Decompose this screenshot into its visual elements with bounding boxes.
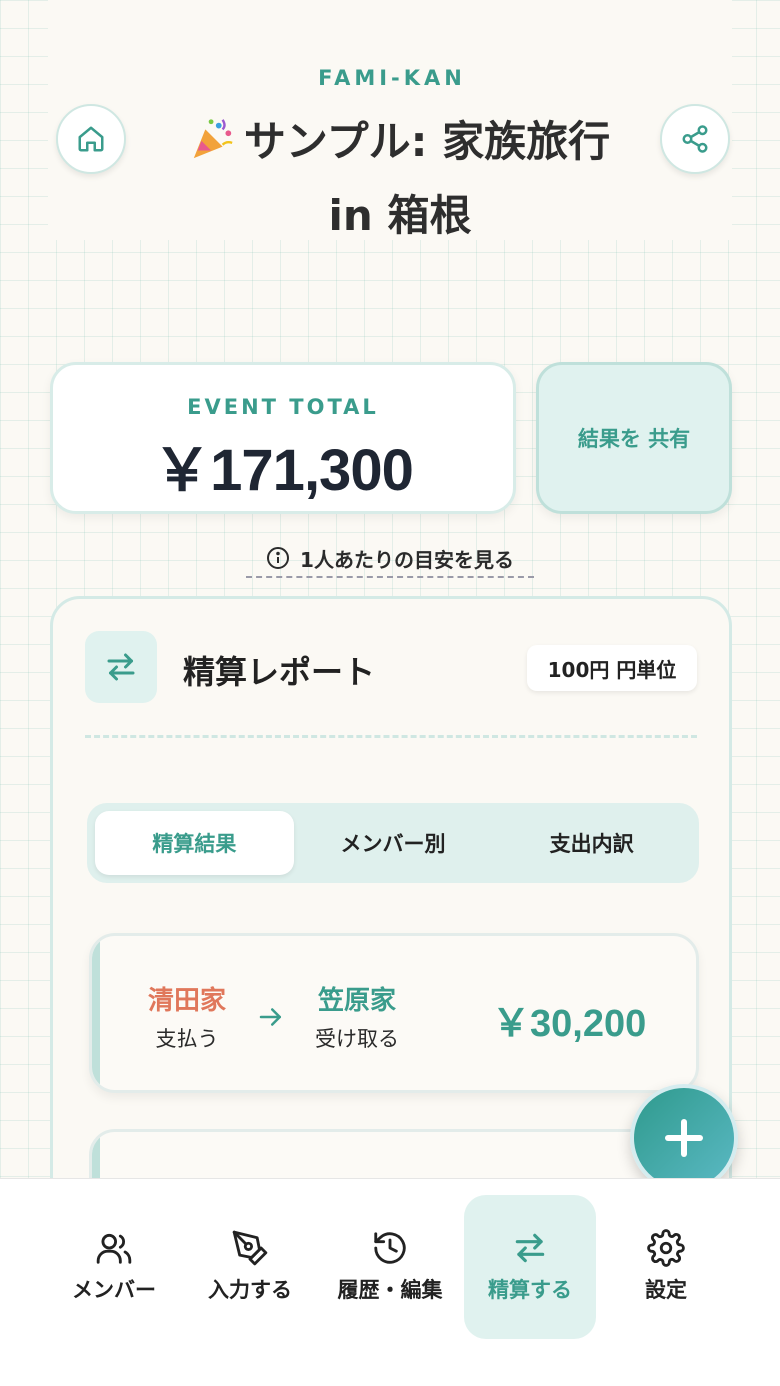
per-person-label: 1人あたりの目安を見る [300,547,514,572]
nav-members-label: メンバー [72,1278,156,1302]
home-button[interactable] [56,104,126,174]
payee-role: 受け取る [315,1027,399,1051]
transfer-icon [107,653,135,681]
report-icon-box [85,631,157,703]
event-total-value: ￥171,300 [153,438,414,503]
nav-input[interactable]: 入力する [184,1195,316,1339]
payer-name: 清田家 [147,986,226,1016]
payer: 清田家 支払う [112,980,262,1053]
home-icon [78,126,104,152]
event-total-label: EVENT TOTAL [187,395,379,419]
title-line-2: in 箱根 [328,191,472,240]
event-total-card: EVENT TOTAL ￥171,300 [50,362,516,514]
tab-by-member[interactable]: メンバー別 [294,811,493,875]
share-icon [682,125,708,153]
gear-icon [647,1229,685,1267]
report-title: 精算レポート [183,653,376,691]
title-line-1: サンプル: 家族旅行 [243,117,611,166]
payer-role: 支払う [155,1027,219,1051]
nav-members[interactable]: メンバー [48,1195,180,1339]
page-title: サンプル: 家族旅行 in 箱根 [150,108,650,250]
transfer-icon [515,1233,545,1263]
history-icon [374,1232,406,1264]
nav-history-label: 履歴・編集 [337,1278,443,1302]
settlement-item[interactable]: 清田家 支払う 笠原家 受け取る ￥30,200 [89,933,699,1093]
report-tabs: 精算結果 メンバー別 支出内訳 [87,803,699,883]
payee-name: 笠原家 [317,986,396,1016]
bottom-navigation: メンバー 入力する 履歴・編集 精算する 設定 [0,1178,780,1386]
settlement-accent-bar [92,936,100,1090]
rounding-unit-badge[interactable]: 100円 円単位 [527,645,697,691]
members-icon [96,1233,132,1264]
divider [85,735,697,738]
app-page: FAMI-KAN サンプル: 家族旅行 in 箱根 EVENT TOTAL ￥1… [0,0,780,1386]
brand-label: FAMI-KAN [300,56,484,100]
nav-history[interactable]: 履歴・編集 [324,1195,456,1339]
add-expense-button[interactable] [630,1084,738,1192]
party-popper-icon [190,114,236,182]
nav-input-label: 入力する [208,1278,292,1302]
tab-expense-breakdown[interactable]: 支出内訳 [492,811,691,875]
share-result-button[interactable]: 結果を 共有 [536,362,732,514]
nav-settings[interactable]: 設定 [600,1195,732,1339]
tab-settlement-result[interactable]: 精算結果 [95,811,294,875]
pen-icon [232,1230,268,1266]
per-person-link[interactable]: 1人あたりの目安を見る [246,540,534,578]
nav-settle[interactable]: 精算する [464,1195,596,1339]
plus-icon [665,1119,703,1157]
info-icon [267,547,290,569]
payee: 笠原家 受け取る [282,980,432,1053]
nav-settings-label: 設定 [645,1278,687,1302]
nav-settle-label: 精算する [488,1278,572,1302]
settlement-amount: ￥30,200 [492,1003,647,1045]
share-button[interactable] [660,104,730,174]
